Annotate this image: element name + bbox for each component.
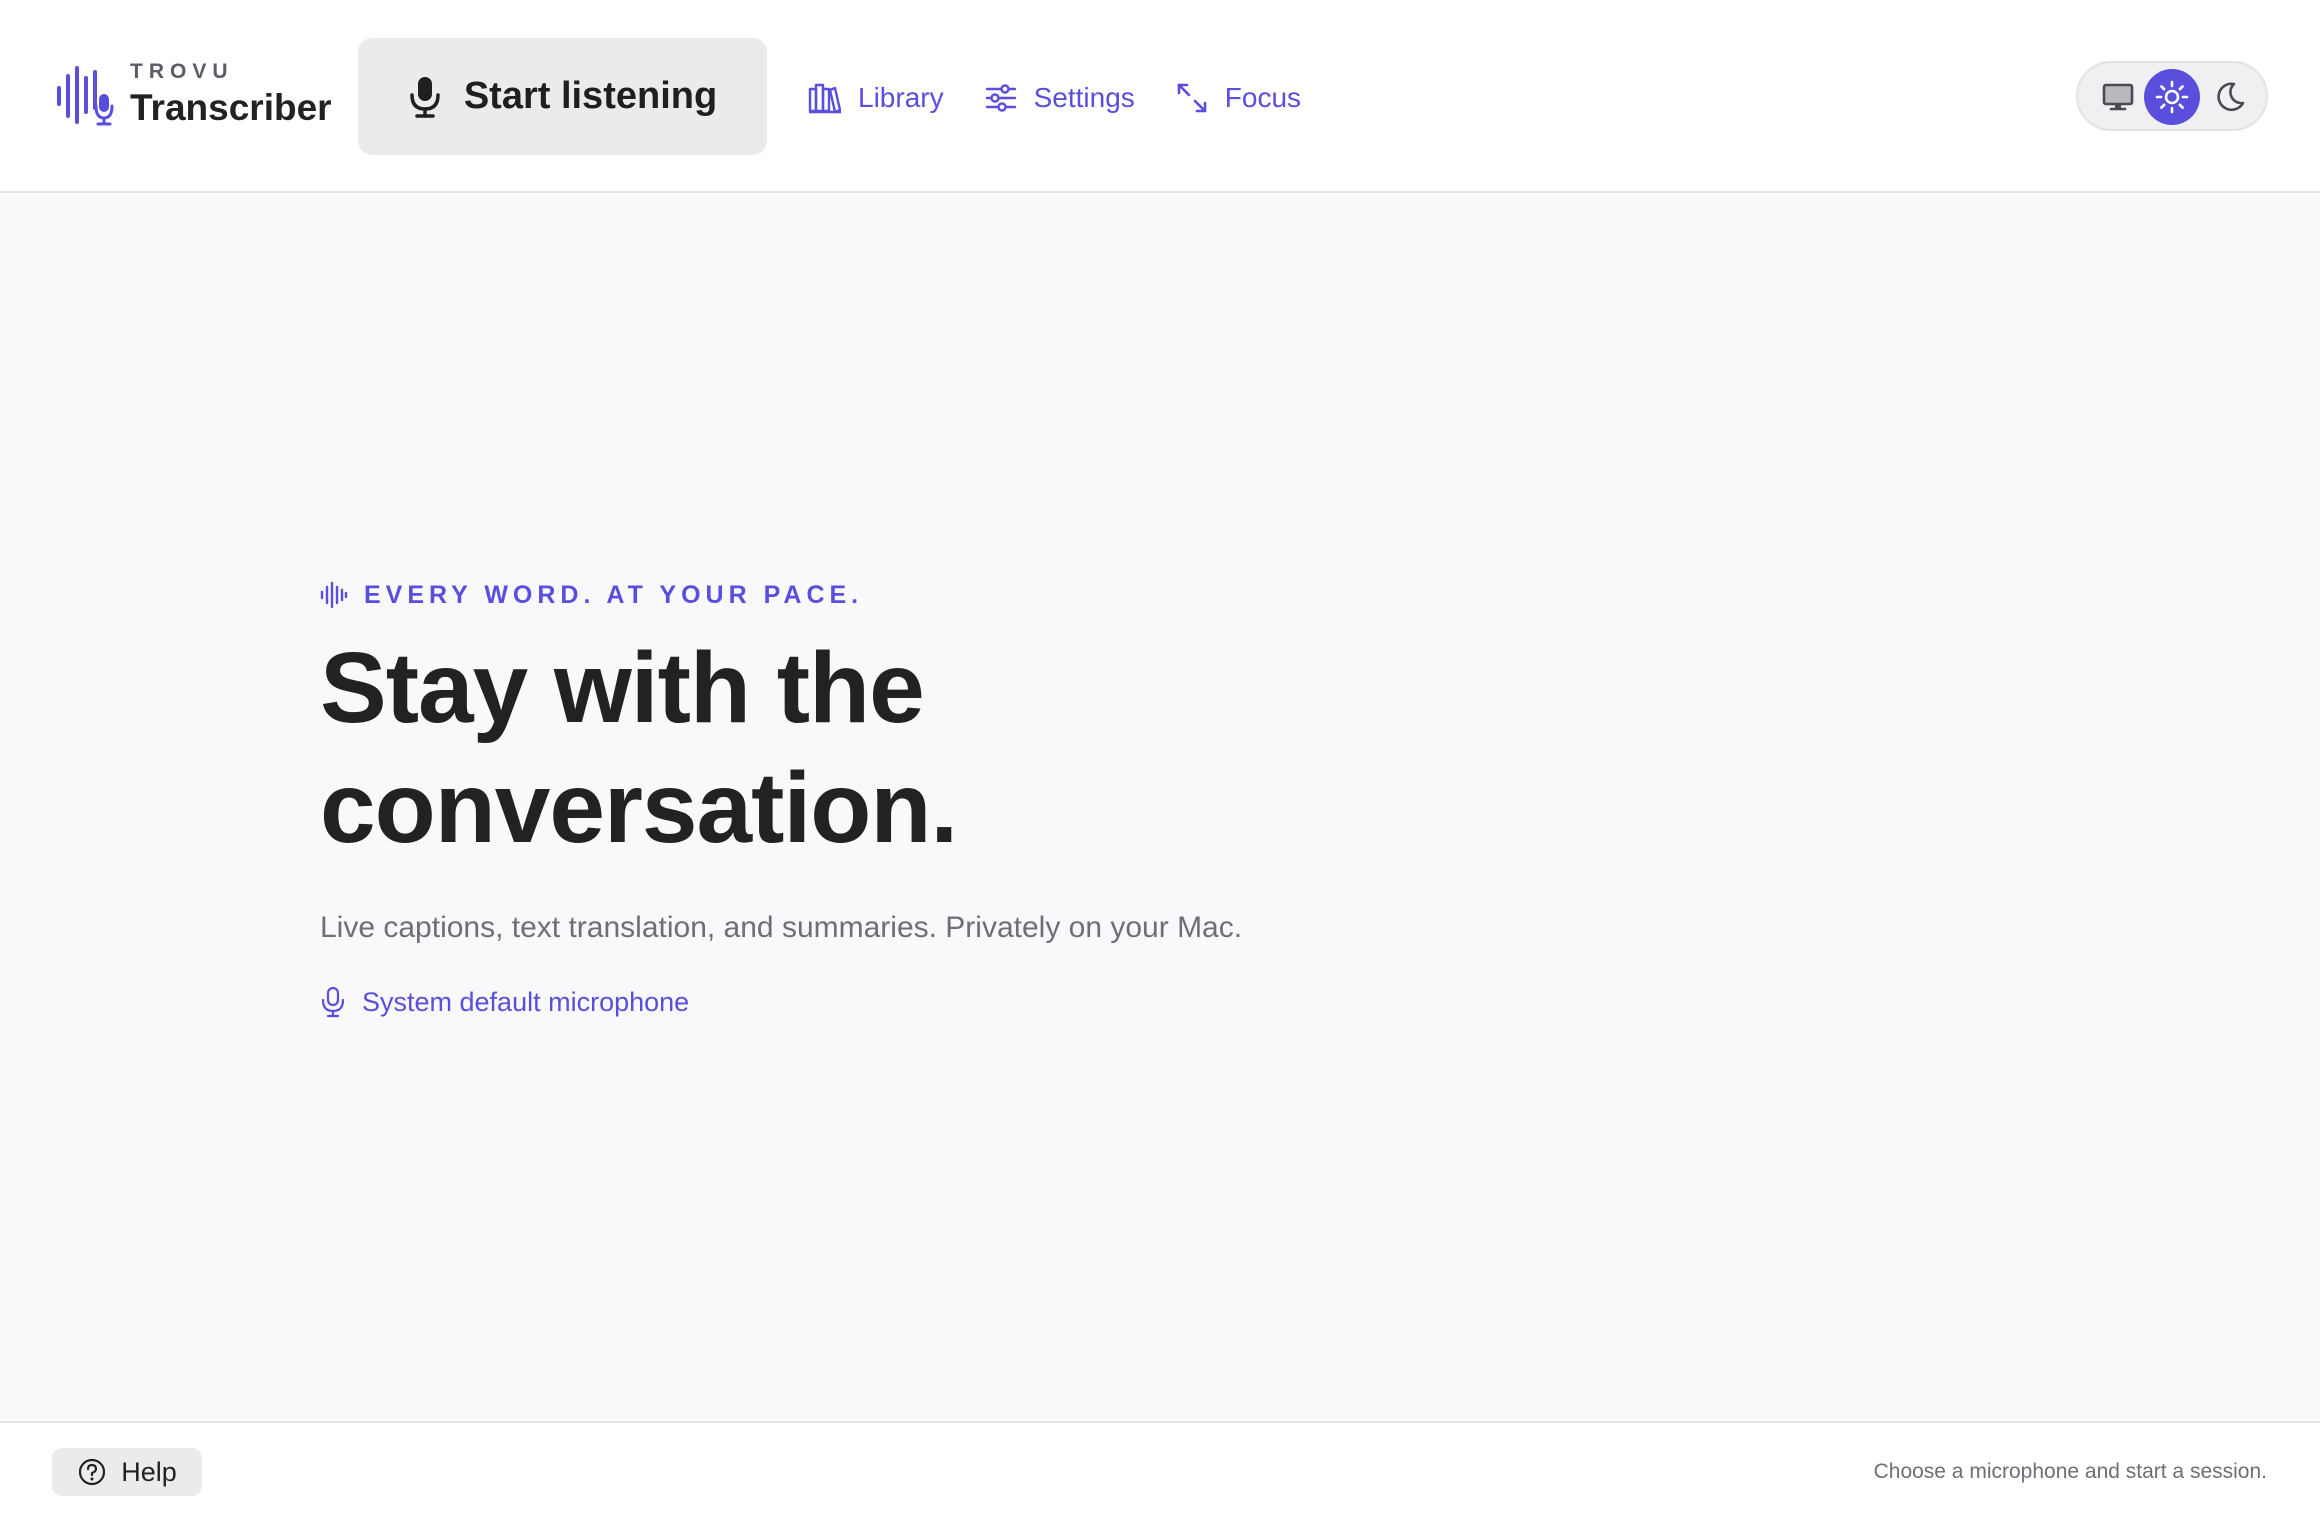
nav-focus[interactable]: Focus (1175, 76, 1301, 120)
hero-eyebrow: EVERY WORD. AT YOUR PACE. (320, 578, 1820, 612)
theme-dark-option[interactable] (2202, 69, 2258, 125)
sun-icon (2155, 80, 2189, 114)
help-circle-icon (79, 1458, 106, 1486)
moon-icon (2217, 82, 2245, 112)
hero-subtitle: Live captions, text translation, and sum… (320, 911, 1243, 944)
brand: TROVU Transcriber (56, 60, 332, 130)
microphone-icon (410, 76, 440, 118)
microphone-selector[interactable]: System default microphone (320, 982, 1820, 1022)
waveform-mic-icon (57, 66, 114, 126)
top-bar: TROVU Transcriber Start listening Librar… (0, 0, 2320, 193)
expand-arrows-icon (1177, 83, 1207, 113)
microphone-selector-label: System default microphone (362, 986, 690, 1017)
hero-headline-line2: conversation. (320, 752, 958, 864)
hero-section: EVERY WORD. AT YOUR PACE. Stay with the … (320, 578, 1820, 1022)
books-icon (808, 83, 842, 114)
nav-settings-label: Settings (1033, 82, 1135, 113)
main-nav: Library Settings Focus (808, 76, 1341, 120)
monitor-icon (2102, 83, 2134, 111)
theme-system-option[interactable] (2090, 69, 2146, 125)
start-listening-label: Start listening (463, 75, 718, 117)
app-title: Transcriber (130, 87, 332, 128)
hero-headline-line1: Stay with the (320, 632, 925, 744)
footer-bar: Help Choose a microphone and start a ses… (0, 1421, 2320, 1520)
status-text: Choose a microphone and start a session. (1873, 1460, 2267, 1483)
help-button-label: Help (121, 1456, 177, 1487)
help-button[interactable]: Help (52, 1448, 202, 1496)
hero-headline: Stay with the conversation. (320, 628, 1820, 868)
nav-library-label: Library (858, 82, 944, 113)
microphone-outline-icon (321, 986, 345, 1018)
theme-light-option[interactable] (2144, 69, 2200, 125)
theme-toggle (2076, 61, 2268, 131)
brand-eyebrow: TROVU (130, 60, 234, 83)
start-listening-button[interactable]: Start listening (358, 38, 767, 155)
waveform-icon (320, 581, 348, 609)
sliders-icon (985, 84, 1016, 112)
nav-focus-label: Focus (1224, 82, 1302, 113)
nav-library[interactable]: Library (808, 76, 944, 120)
hero-eyebrow-text: EVERY WORD. AT YOUR PACE. (364, 580, 864, 609)
nav-settings[interactable]: Settings (984, 76, 1135, 120)
